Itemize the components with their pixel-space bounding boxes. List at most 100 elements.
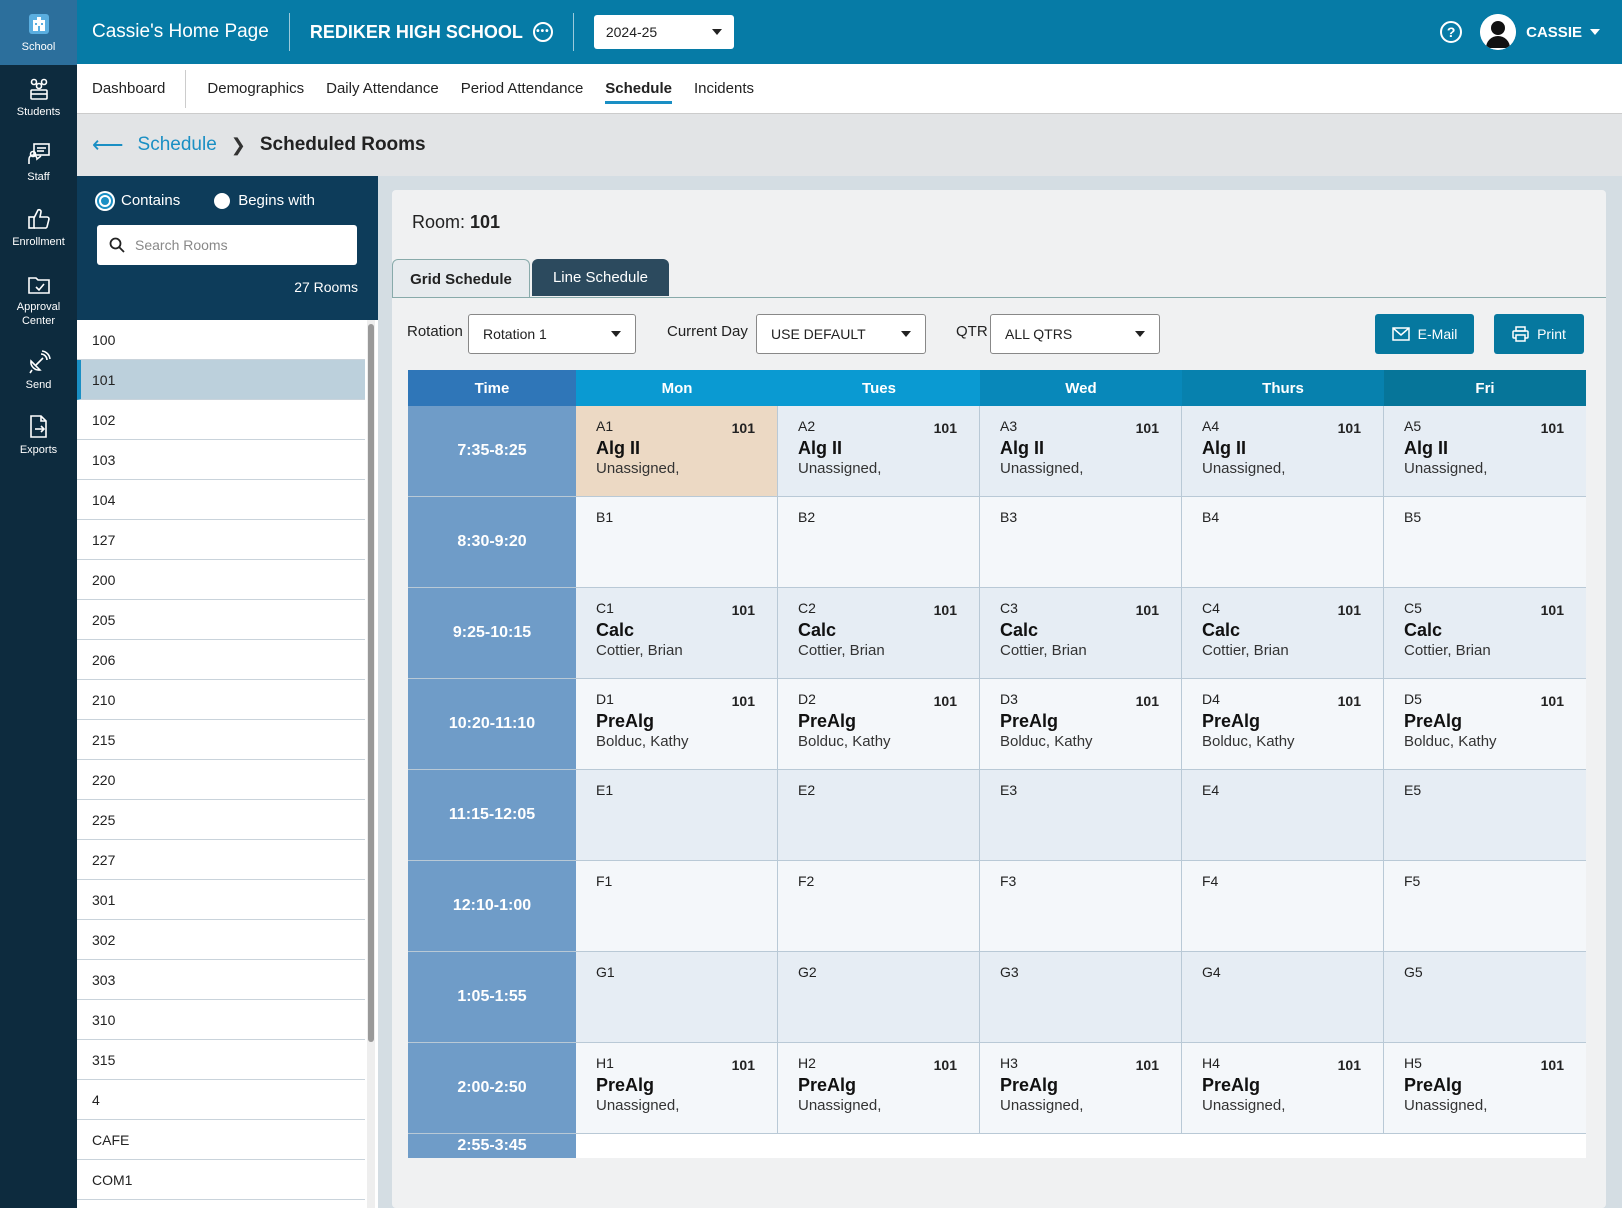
schedule-cell[interactable]: E4 xyxy=(1182,770,1384,860)
tab-period-attendance[interactable]: Period Attendance xyxy=(450,64,595,114)
room-list-item[interactable]: 200 xyxy=(77,560,365,600)
schedule-cell[interactable]: D5 101 PreAlg Bolduc, Kathy xyxy=(1384,679,1586,769)
room-list-item[interactable]: 101 xyxy=(77,360,365,400)
contains-label[interactable]: Contains xyxy=(121,192,180,209)
schedule-cell[interactable]: G2 xyxy=(778,952,980,1042)
schedule-cell[interactable]: E2 xyxy=(778,770,980,860)
room-list-item[interactable]: 220 xyxy=(77,760,365,800)
schedule-cell[interactable]: D2 101 PreAlg Bolduc, Kathy xyxy=(778,679,980,769)
schedule-cell[interactable]: A3 101 Alg II Unassigned, xyxy=(980,406,1182,496)
room-list-item[interactable]: 315 xyxy=(77,1040,365,1080)
more-options-icon[interactable]: ••• xyxy=(532,22,553,42)
schedule-cell[interactable]: C4 101 Calc Cottier, Brian xyxy=(1182,588,1384,678)
room-list-item[interactable]: 127 xyxy=(77,520,365,560)
school-switcher[interactable]: REDIKER HIGH SCHOOL ••• xyxy=(290,13,574,51)
schedule-cell[interactable]: C2 101 Calc Cottier, Brian xyxy=(778,588,980,678)
room-list-item[interactable]: 103 xyxy=(77,440,365,480)
contains-radio[interactable] xyxy=(97,192,113,209)
begins-with-label[interactable]: Begins with xyxy=(238,192,315,209)
schedule-cell[interactable]: H3 101 PreAlg Unassigned, xyxy=(980,1043,1182,1133)
schedule-cell[interactable]: G4 xyxy=(1182,952,1384,1042)
schedule-cell[interactable]: A2 101 Alg II Unassigned, xyxy=(778,406,980,496)
user-menu-chevron-icon[interactable] xyxy=(1590,29,1600,35)
home-page-title[interactable]: Cassie's Home Page xyxy=(77,13,290,51)
tab-demographics[interactable]: Demographics xyxy=(196,64,315,114)
tab-grid-schedule[interactable]: Grid Schedule xyxy=(392,259,530,298)
schedule-cell[interactable]: H2 101 PreAlg Unassigned, xyxy=(778,1043,980,1133)
schedule-cell[interactable]: A1 101 Alg II Unassigned, xyxy=(576,406,778,496)
schedule-cell[interactable]: E3 xyxy=(980,770,1182,860)
schedule-cell[interactable]: F4 xyxy=(1182,861,1384,951)
schedule-cell[interactable]: H5 101 PreAlg Unassigned, xyxy=(1384,1043,1586,1133)
schedule-cell[interactable]: G1 xyxy=(576,952,778,1042)
schedule-cell[interactable]: B2 xyxy=(778,497,980,587)
print-button[interactable]: Print xyxy=(1494,314,1584,354)
rail-item-school[interactable]: School xyxy=(0,0,77,65)
schedule-cell[interactable]: C3 101 Calc Cottier, Brian xyxy=(980,588,1182,678)
year-select[interactable]: 2024-25 xyxy=(593,15,734,49)
room-list-item[interactable]: 303 xyxy=(77,960,365,1000)
schedule-cell[interactable]: B3 xyxy=(980,497,1182,587)
begins-with-radio[interactable] xyxy=(214,192,231,209)
schedule-cell[interactable]: G5 xyxy=(1384,952,1586,1042)
help-icon[interactable]: ? xyxy=(1440,21,1463,43)
rail-item-approval-center[interactable]: Approval Center xyxy=(0,260,77,338)
schedule-cell[interactable]: F5 xyxy=(1384,861,1586,951)
schedule-cell[interactable]: C5 101 Calc Cottier, Brian xyxy=(1384,588,1586,678)
scrollbar-thumb[interactable] xyxy=(368,324,374,1042)
room-list-item[interactable]: 225 xyxy=(77,800,365,840)
schedule-cell[interactable]: D3 101 PreAlg Bolduc, Kathy xyxy=(980,679,1182,769)
schedule-cell[interactable]: F1 xyxy=(576,861,778,951)
rail-item-staff[interactable]: Staff xyxy=(0,130,77,195)
tab-schedule[interactable]: Schedule xyxy=(594,64,683,114)
schedule-cell[interactable]: D4 101 PreAlg Bolduc, Kathy xyxy=(1182,679,1384,769)
schedule-cell[interactable]: H4 101 PreAlg Unassigned, xyxy=(1182,1043,1384,1133)
schedule-cell[interactable]: B4 xyxy=(1182,497,1384,587)
room-list-item[interactable]: 227 xyxy=(77,840,365,880)
room-list-item[interactable]: 102 xyxy=(77,400,365,440)
current-day-select[interactable]: USE DEFAULT xyxy=(756,314,926,354)
schedule-cell[interactable]: A4 101 Alg II Unassigned, xyxy=(1182,406,1384,496)
tab-incidents[interactable]: Incidents xyxy=(683,64,765,114)
search-rooms-input[interactable] xyxy=(135,237,335,253)
user-name[interactable]: CASSIE xyxy=(1526,24,1582,41)
tab-line-schedule[interactable]: Line Schedule xyxy=(532,259,669,296)
schedule-cell[interactable]: E1 xyxy=(576,770,778,860)
room-list-item[interactable]: 301 xyxy=(77,880,365,920)
back-arrow-icon[interactable]: ⟵ xyxy=(92,132,124,158)
room-list-item[interactable]: COM1 xyxy=(77,1160,365,1200)
period-code: F4 xyxy=(1202,873,1219,889)
room-list-item[interactable]: 104 xyxy=(77,480,365,520)
schedule-cell[interactable]: G3 xyxy=(980,952,1182,1042)
avatar[interactable] xyxy=(1480,14,1517,50)
room-list-item[interactable]: 310 xyxy=(77,1000,365,1040)
schedule-cell[interactable]: F2 xyxy=(778,861,980,951)
schedule-cell[interactable]: D1 101 PreAlg Bolduc, Kathy xyxy=(576,679,778,769)
schedule-cell[interactable]: E5 xyxy=(1384,770,1586,860)
schedule-cell[interactable]: A5 101 Alg II Unassigned, xyxy=(1384,406,1586,496)
qtr-select[interactable]: ALL QTRS xyxy=(990,314,1160,354)
rail-item-send[interactable]: Send xyxy=(0,338,77,403)
room-list-item[interactable]: 100 xyxy=(77,320,365,360)
room-list-item[interactable]: 302 xyxy=(77,920,365,960)
schedule-cell[interactable]: F3 xyxy=(980,861,1182,951)
schedule-cell[interactable]: H1 101 PreAlg Unassigned, xyxy=(576,1043,778,1133)
tab-dashboard[interactable]: Dashboard xyxy=(77,69,187,108)
email-button[interactable]: E-Mail xyxy=(1375,314,1474,354)
tab-daily-attendance[interactable]: Daily Attendance xyxy=(315,64,450,114)
rail-item-exports[interactable]: Exports xyxy=(0,403,77,468)
room-list-item[interactable]: 215 xyxy=(77,720,365,760)
rooms-panel: Contains Begins with 27 Rooms 1001011021… xyxy=(77,176,378,1208)
schedule-cell[interactable]: B5 xyxy=(1384,497,1586,587)
schedule-cell[interactable]: C1 101 Calc Cottier, Brian xyxy=(576,588,778,678)
schedule-cell[interactable]: B1 xyxy=(576,497,778,587)
room-list-item[interactable]: 4 xyxy=(77,1080,365,1120)
room-list-item[interactable]: 206 xyxy=(77,640,365,680)
breadcrumb-parent[interactable]: Schedule xyxy=(138,134,217,156)
rotation-select[interactable]: Rotation 1 xyxy=(468,314,636,354)
room-list-item[interactable]: CAFE xyxy=(77,1120,365,1160)
rail-item-enrollment[interactable]: Enrollment xyxy=(0,195,77,260)
rail-item-students[interactable]: Students xyxy=(0,65,77,130)
room-list-item[interactable]: 205 xyxy=(77,600,365,640)
room-list-item[interactable]: 210 xyxy=(77,680,365,720)
